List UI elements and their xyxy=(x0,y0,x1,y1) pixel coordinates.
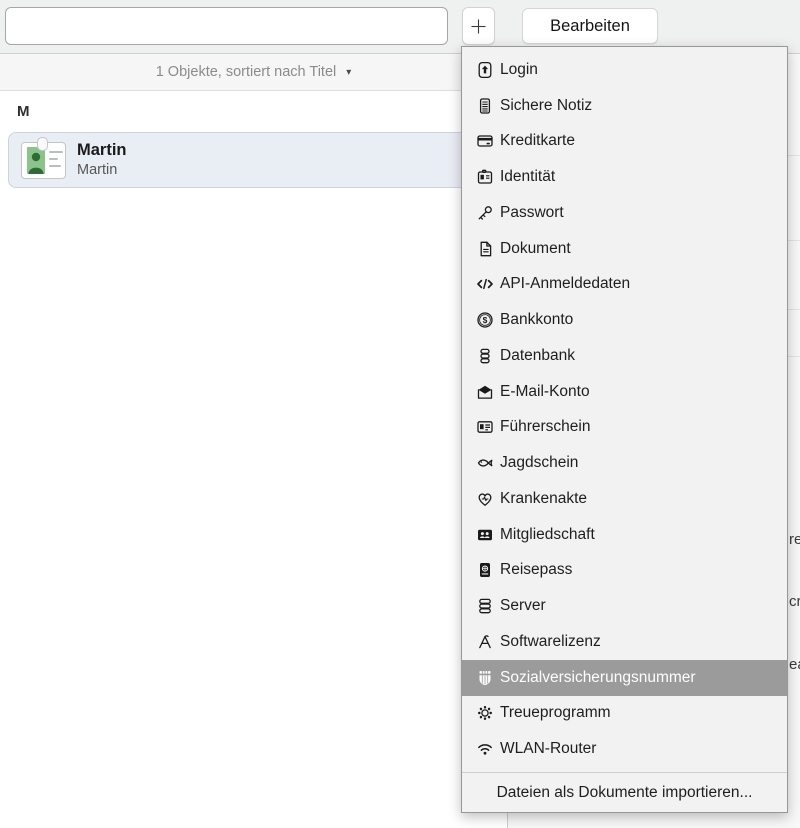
menu-item-ssn[interactable]: Sozialversicherungsnummer xyxy=(462,660,787,696)
item-title: Martin xyxy=(77,141,127,160)
clipped-text-fragment: cr xyxy=(789,593,800,611)
menu-item-password[interactable]: Passwort xyxy=(462,195,787,231)
contact-card-icon xyxy=(21,142,66,179)
item-subtitle: Martin xyxy=(77,162,127,179)
bank-account-icon: $ xyxy=(476,311,494,329)
plus-icon xyxy=(470,18,487,35)
identity-icon xyxy=(476,168,494,186)
menu-item-bank-account[interactable]: $ Bankkonto xyxy=(462,302,787,338)
search-input[interactable] xyxy=(5,7,448,45)
menu-item-wifi[interactable]: WLAN-Router xyxy=(462,731,787,767)
menu-item-api-credentials[interactable]: API-Anmeldedaten xyxy=(462,267,787,303)
clipped-text-fragment: ea xyxy=(789,656,800,674)
software-license-icon xyxy=(476,633,494,651)
add-item-button[interactable] xyxy=(462,7,495,45)
sort-dropdown[interactable]: 1 Objekte, sortiert nach Titel ▾ xyxy=(0,54,507,91)
menu-item-database[interactable]: Datenbank xyxy=(462,338,787,374)
server-icon xyxy=(476,597,494,615)
database-icon xyxy=(476,347,494,365)
login-icon xyxy=(476,61,494,79)
svg-text:$: $ xyxy=(483,315,488,325)
document-icon xyxy=(476,240,494,258)
menu-item-software-license[interactable]: Softwarelizenz xyxy=(462,624,787,660)
menu-item-medical-record[interactable]: Krankenakte xyxy=(462,481,787,517)
menu-item-identity[interactable]: Identität xyxy=(462,159,787,195)
list-item-martin[interactable]: Martin Martin xyxy=(8,132,499,188)
item-list-pane: 1 Objekte, sortiert nach Titel ▾ M Marti… xyxy=(0,54,507,828)
menu-item-secure-note[interactable]: Sichere Notiz xyxy=(462,88,787,124)
menu-item-login[interactable]: Login xyxy=(462,52,787,88)
section-letter: M xyxy=(17,103,30,120)
menu-item-document[interactable]: Dokument xyxy=(462,231,787,267)
medical-record-icon xyxy=(476,490,494,508)
loyalty-icon xyxy=(476,704,494,722)
new-item-menu: Login Sichere Notiz Kreditkarte Identitä… xyxy=(461,46,788,813)
app-window: Bearbeiten 1 Objekte, sortiert nach Tite… xyxy=(0,0,800,828)
menu-item-email-account[interactable]: E-Mail-Konto xyxy=(462,374,787,410)
menu-item-loyalty[interactable]: Treueprogramm xyxy=(462,696,787,732)
menu-item-membership[interactable]: Mitgliedschaft xyxy=(462,517,787,553)
menu-item-hunting-license[interactable]: Jagdschein xyxy=(462,445,787,481)
clipped-text-fragment: re xyxy=(789,531,800,549)
membership-icon xyxy=(476,526,494,544)
section-header: M xyxy=(0,91,507,132)
edit-button[interactable]: Bearbeiten xyxy=(522,8,658,44)
api-credentials-icon xyxy=(476,275,494,293)
drivers-license-icon xyxy=(476,418,494,436)
passport-icon xyxy=(476,561,494,579)
hunting-license-icon xyxy=(476,454,494,472)
menu-item-credit-card[interactable]: Kreditkarte xyxy=(462,124,787,160)
menu-item-passport[interactable]: Reisepass xyxy=(462,553,787,589)
menu-item-server[interactable]: Server xyxy=(462,588,787,624)
credit-card-icon xyxy=(476,132,494,150)
email-account-icon xyxy=(476,383,494,401)
secure-note-icon xyxy=(476,97,494,115)
sort-label: 1 Objekte, sortiert nach Titel xyxy=(156,64,337,80)
menu-item-drivers-license[interactable]: Führerschein xyxy=(462,410,787,446)
chevron-down-icon: ▾ xyxy=(346,66,351,78)
wifi-icon xyxy=(476,740,494,758)
password-icon xyxy=(476,204,494,222)
menu-item-import-files[interactable]: Dateien als Dokumente importieren... xyxy=(462,773,787,812)
ssn-icon xyxy=(476,669,494,687)
